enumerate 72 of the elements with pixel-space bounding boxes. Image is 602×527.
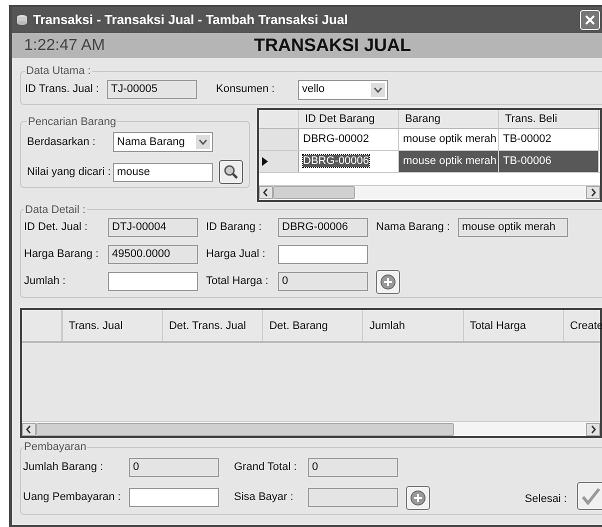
current-row-icon <box>262 156 268 166</box>
group-title: Data Utama : <box>25 64 92 79</box>
window-title: Transaksi - Transaksi Jual - Tambah Transaksi Jual <box>33 11 348 30</box>
add-button[interactable] <box>406 486 430 510</box>
readonly-field[interactable]: 49500.0000 <box>108 245 198 264</box>
close-icon <box>585 15 595 25</box>
scroll-right-icon[interactable] <box>586 422 600 436</box>
field-label: Sisa Bayar : <box>234 490 294 506</box>
column-header[interactable]: Total Harga <box>464 310 564 341</box>
field-label: Nama Barang : <box>376 220 451 236</box>
field-label: Grand Total : <box>234 460 298 476</box>
input-field[interactable] <box>129 488 219 507</box>
window-icon <box>16 14 28 26</box>
readonly-field[interactable]: 0 <box>129 458 219 477</box>
group-title: Pembayaran <box>23 440 88 455</box>
field-label: Konsumen : <box>216 82 276 98</box>
readonly-field[interactable] <box>308 488 398 507</box>
field-label: ID Barang : <box>206 220 263 236</box>
search-button[interactable] <box>219 160 243 184</box>
scroll-thumb[interactable] <box>36 422 454 436</box>
table-cell[interactable]: TB-00006 <box>499 150 599 172</box>
column-header[interactable]: Trans. Jual <box>62 310 163 341</box>
column-header[interactable]: Det. Trans. Jual <box>162 310 264 341</box>
close-button[interactable] <box>580 10 600 30</box>
column-header[interactable]: Det. Barang <box>263 310 364 341</box>
field-label: Total Harga : <box>206 274 270 290</box>
horizontal-scrollbar[interactable] <box>259 184 600 200</box>
field-label: Uang Pembayaran : <box>23 490 122 506</box>
readonly-field[interactable]: mouse optik merah <box>458 218 568 237</box>
dropdown-caret-icon <box>371 82 385 96</box>
column-header[interactable]: Jumlah <box>363 310 464 341</box>
scroll-left-icon[interactable] <box>259 186 273 199</box>
table-cell[interactable]: DBRG-00006 <box>299 150 399 172</box>
row-header[interactable] <box>259 150 299 172</box>
plus-circle-icon <box>410 490 426 506</box>
column-header[interactable]: Trans. Beli <box>499 110 599 128</box>
group-title: Pencarian Barang <box>27 114 118 130</box>
field-label: Selesai : <box>524 492 567 507</box>
field-label: Berdasarkan : <box>27 134 96 150</box>
readonly-field[interactable]: DTJ-00004 <box>108 218 198 237</box>
readonly-field[interactable]: TJ-00005 <box>107 80 197 99</box>
field-label: Nilai yang dicari : <box>27 164 112 180</box>
scroll-thumb[interactable] <box>273 186 355 199</box>
input-field[interactable] <box>108 272 198 291</box>
customer-dropdown[interactable]: vello <box>298 80 388 100</box>
table-cell[interactable]: mouse optik merah <box>399 150 499 172</box>
readonly-field[interactable]: DBRG-00006 <box>278 218 368 237</box>
input-field[interactable] <box>278 245 368 264</box>
column-header[interactable]: ID Det Barang <box>299 110 399 128</box>
scroll-left-icon[interactable] <box>22 422 36 436</box>
search-icon <box>223 164 239 180</box>
group-title: Data Detail : <box>24 202 87 218</box>
field-label: Harga Jual : <box>206 247 266 262</box>
field-label: Jumlah Barang : <box>23 460 104 476</box>
plus-circle-icon <box>380 274 396 290</box>
clock-text: 1:22:47 AM <box>24 36 106 56</box>
scroll-right-icon[interactable] <box>586 186 600 199</box>
add-button[interactable] <box>376 270 400 294</box>
field-label: Jumlah : <box>24 274 67 290</box>
field-label: ID Trans. Jual : <box>25 82 100 98</box>
column-header[interactable]: Barang <box>399 110 499 128</box>
field-label: ID Det. Jual : <box>24 220 89 236</box>
checkmark-icon <box>581 486 601 504</box>
search-by-dropdown[interactable]: Nama Barang <box>113 132 213 152</box>
readonly-field[interactable]: 0 <box>278 272 368 291</box>
horizontal-scrollbar[interactable] <box>22 421 600 436</box>
dropdown-caret-icon <box>196 135 210 149</box>
finish-button[interactable] <box>577 482 602 510</box>
readonly-field[interactable]: 0 <box>308 458 398 477</box>
form-title: TRANSAKSI JUAL <box>254 34 412 57</box>
field-label: Harga Barang : <box>24 247 100 262</box>
input-field[interactable]: mouse <box>113 162 213 182</box>
